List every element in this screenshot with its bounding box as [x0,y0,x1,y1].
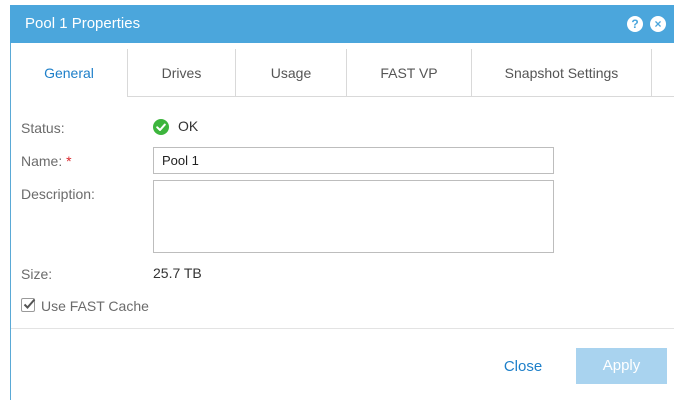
tab-snapshot-settings[interactable]: Snapshot Settings [471,49,651,97]
tab-overflow [651,49,674,97]
footer-divider [11,328,674,329]
tab-general[interactable]: General [11,49,127,97]
apply-button[interactable]: Apply [576,348,667,384]
fast-cache-label[interactable]: Use FAST Cache [41,298,149,314]
status-label: Status: [21,120,65,136]
close-button[interactable]: Close [497,349,549,385]
checkbox-check-icon [23,298,36,309]
tab-usage[interactable]: Usage [235,49,346,97]
dialog-title: Pool 1 Properties [25,15,141,32]
fast-cache-checkbox[interactable] [21,298,36,312]
check-circle-icon [153,119,169,135]
description-label: Description: [21,186,95,202]
dialog-titlebar: Pool 1 Properties ? × [10,5,674,43]
name-input[interactable] [153,147,554,174]
required-marker: * [66,153,72,169]
name-label-text: Name: [21,153,63,169]
checkmark-glyph [156,123,166,131]
tab-drives[interactable]: Drives [127,49,235,97]
size-value: 25.7 TB [153,265,202,281]
pool-properties-dialog: Pool 1 Properties ? × General Drives Usa… [0,0,674,400]
size-label: Size: [21,266,53,282]
tab-bar: General Drives Usage FAST VP Snapshot Se… [11,49,674,97]
status-value: OK [178,118,199,134]
close-icon[interactable]: × [650,16,666,32]
tab-fast-vp[interactable]: FAST VP [346,49,471,97]
help-icon[interactable]: ? [627,16,643,32]
description-textarea[interactable] [153,180,554,253]
name-label: Name: * [21,153,72,169]
